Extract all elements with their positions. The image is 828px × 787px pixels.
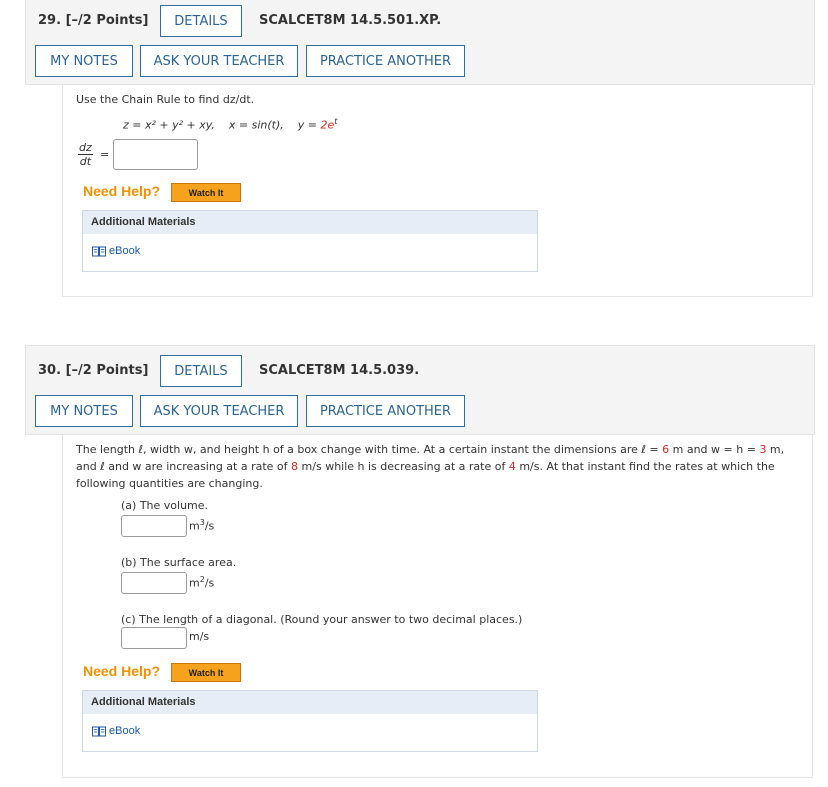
unit-base: m [189, 576, 200, 590]
question-header: 29. [–/2 Points] DETAILS SCALCET8M 14.5.… [25, 0, 815, 85]
equation-z: z = x² + y² + xy, [123, 118, 215, 132]
part-b-label: (b) The surface area. [121, 556, 237, 569]
question-29: 29. [–/2 Points] DETAILS SCALCET8M 14.5.… [25, 0, 815, 85]
fraction-numerator: dz [78, 141, 93, 155]
given-increase-rate: 8 [291, 460, 299, 473]
ask-your-teacher-button[interactable]: ASK YOUR TEACHER [140, 45, 298, 77]
part-c-label: (c) The length of a diagonal. (Round you… [121, 613, 523, 626]
additional-materials-panel: Additional Materials eBook [82, 210, 538, 272]
details-button[interactable]: DETAILS [160, 355, 242, 387]
unit-base: m [189, 519, 200, 533]
my-notes-button[interactable]: MY NOTES [35, 45, 133, 77]
text-segment: m/s while h is decreasing at a rate of [298, 460, 509, 473]
given-decrease-rate: 4 [508, 460, 516, 473]
practice-another-button[interactable]: PRACTICE ANOTHER [306, 45, 465, 77]
details-button[interactable]: DETAILS [160, 5, 242, 37]
question-29-body: Use the Chain Rule to find dz/dt. z = x²… [62, 85, 813, 297]
unit-tail: /s [204, 576, 215, 590]
text-segment: m, [766, 443, 785, 456]
text-segment: m and w = h = [669, 443, 760, 456]
question-code: SCALCET8M 14.5.039. [259, 363, 420, 378]
question-30: 30. [–/2 Points] DETAILS SCALCET8M 14.5.… [25, 345, 815, 435]
question-number-label: 29. [38, 13, 62, 28]
additional-materials-panel: Additional Materials eBook [82, 690, 538, 752]
question-header: 30. [–/2 Points] DETAILS SCALCET8M 14.5.… [25, 345, 815, 435]
answer-label-fraction: dz dt [78, 141, 93, 168]
question-number: 30. [–/2 Points] [38, 363, 148, 378]
book-icon [92, 726, 106, 736]
part-b-unit: m2/s [189, 575, 214, 590]
practice-another-button[interactable]: PRACTICE ANOTHER [306, 395, 465, 427]
question-number: 29. [–/2 Points] [38, 13, 148, 28]
points-label: [–/2 Points] [65, 13, 149, 28]
question-prompt: Use the Chain Rule to find dz/dt. [76, 93, 255, 106]
unit-tail: /s [204, 519, 215, 533]
watch-it-button[interactable]: Watch It [171, 663, 241, 682]
question-number-label: 30. [38, 363, 62, 378]
ask-your-teacher-button[interactable]: ASK YOUR TEACHER [140, 395, 298, 427]
my-notes-button[interactable]: MY NOTES [35, 395, 133, 427]
part-a-unit: m3/s [189, 518, 214, 533]
equation: z = x² + y² + xy, x = sin(t), y = 2et [123, 117, 337, 132]
question-30-body: The length ℓ, width w, and height h of a… [62, 435, 813, 778]
part-a-label: (a) The volume. [121, 499, 209, 512]
question-code: SCALCET8M 14.5.501.XP. [259, 13, 442, 28]
text-segment: and ℓ and w are increasing at a rate of [76, 460, 292, 473]
points-label: [–/2 Points] [65, 363, 149, 378]
fraction-denominator: dt [79, 155, 92, 168]
problem-text-line-1: The length ℓ, width w, and height h of a… [76, 443, 784, 456]
surface-area-rate-input[interactable] [121, 572, 187, 594]
equation-x: x = sin(t), [228, 118, 284, 132]
problem-text-line-2: and ℓ and w are increasing at a rate of … [76, 460, 775, 473]
equation-y-exponent: t [334, 117, 338, 126]
text-segment: The length ℓ, width w, and height h of a… [76, 443, 663, 456]
need-help-label: Need Help? [83, 183, 161, 199]
book-icon [92, 246, 106, 256]
ebook-link[interactable]: eBook [92, 245, 140, 257]
ebook-link[interactable]: eBook [92, 725, 140, 737]
answer-equals: = [100, 148, 110, 161]
diagonal-rate-input[interactable] [121, 627, 187, 649]
equation-y-value: 2e [320, 118, 335, 132]
equation-y-prefix: y = [297, 118, 321, 132]
ebook-label: eBook [109, 725, 141, 737]
dz-dt-answer-input[interactable] [113, 139, 198, 170]
additional-materials-heading: Additional Materials [83, 211, 537, 234]
part-c-unit: m/s [189, 630, 210, 643]
additional-materials-heading: Additional Materials [83, 691, 537, 714]
ebook-label: eBook [109, 245, 141, 257]
problem-text-line-3: following quantities are changing. [76, 477, 263, 490]
need-help-label: Need Help? [83, 663, 161, 679]
watch-it-button[interactable]: Watch It [171, 183, 241, 202]
volume-rate-input[interactable] [121, 515, 187, 537]
text-segment: m/s. At that instant find the rates at w… [515, 460, 775, 473]
